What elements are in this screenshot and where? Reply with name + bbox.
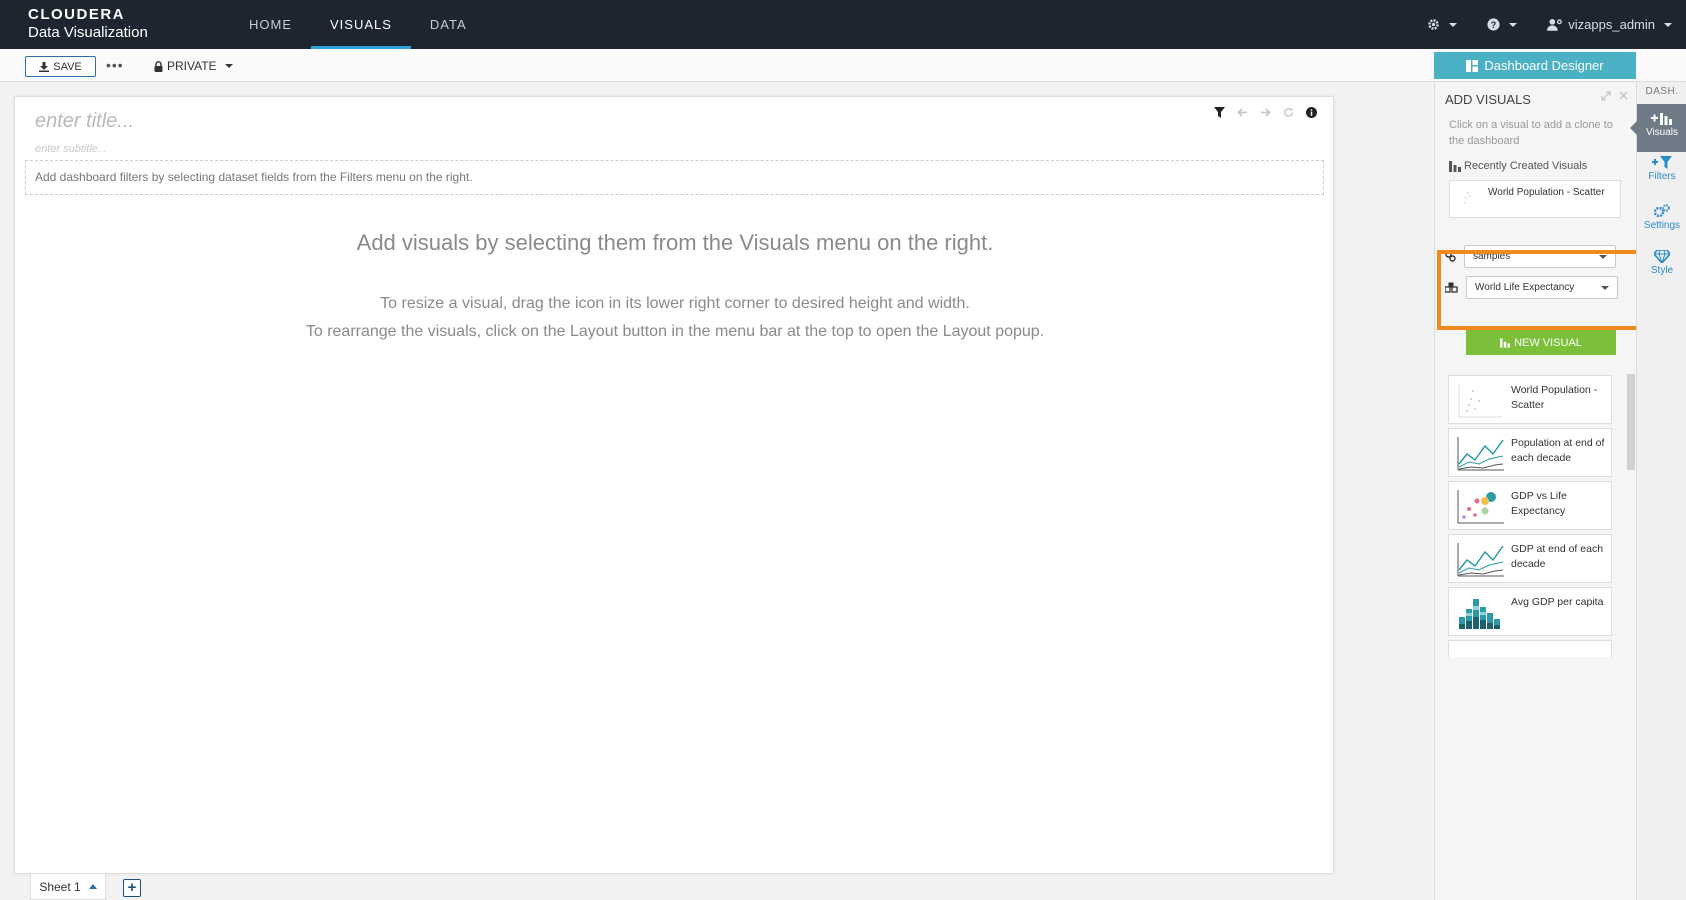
privacy-dropdown[interactable]: PRIVATE	[154, 59, 233, 73]
rail-filters[interactable]: Filters	[1637, 156, 1686, 182]
visual-card[interactable]: Population at end of each decade	[1448, 428, 1612, 477]
recent-visuals-heading: Recently Created Visuals	[1449, 160, 1587, 172]
user-admin-icon	[1547, 18, 1563, 31]
chevron-down-icon	[1509, 22, 1518, 27]
highlight-box	[1437, 250, 1640, 330]
line-chart-thumbnail-icon	[1457, 437, 1504, 471]
add-visuals-panel: ADD VISUALS Click on a visual to add a c…	[1434, 82, 1636, 900]
recent-label: Recently Created Visuals	[1464, 160, 1588, 172]
user-menu[interactable]: vizapps_admin	[1547, 17, 1672, 32]
nav-visuals[interactable]: VISUALS	[311, 0, 411, 49]
dashboard-canvas: enter title... enter subtitle... Add das…	[14, 96, 1334, 874]
help-icon: ?	[1487, 18, 1500, 31]
resize-hint: To resize a visual, drag the icon in its…	[380, 295, 970, 312]
close-icon[interactable]	[1619, 91, 1628, 100]
filter-drop-zone[interactable]: Add dashboard filters by selecting datas…	[25, 160, 1324, 195]
chevron-down-icon	[1449, 22, 1458, 27]
top-navbar: CLOUDERA Data Visualization HOME VISUALS…	[0, 0, 1686, 49]
undo-icon[interactable]	[1237, 107, 1248, 118]
visual-card-label: GDP vs Life Expectancy	[1511, 490, 1567, 517]
filter-icon[interactable]	[1214, 107, 1225, 118]
lock-icon	[154, 60, 163, 72]
product-name: Data Visualization	[28, 24, 148, 41]
bar-chart-icon	[1449, 160, 1461, 172]
visual-card[interactable]: World Population - Scatter	[1448, 375, 1612, 424]
nav-data[interactable]: DATA	[411, 0, 486, 49]
more-options-button[interactable]: •••	[106, 57, 124, 73]
visual-card[interactable]: GDP vs Life Expectancy	[1448, 481, 1612, 530]
panel-scrollbar[interactable]	[1627, 374, 1635, 470]
visual-card-label: Population at end of each decade	[1511, 437, 1605, 464]
main-nav: HOME VISUALS DATA	[230, 0, 486, 49]
title-input[interactable]: enter title...	[35, 110, 134, 133]
visual-card[interactable]: Avg GDP per capita	[1448, 587, 1612, 636]
chevron-down-icon	[224, 64, 233, 68]
empty-dashboard-message: Add visuals by selecting them from the V…	[356, 230, 994, 255]
sheet-tab-label: Sheet 1	[39, 879, 81, 894]
rail-style[interactable]: Style	[1637, 250, 1686, 276]
refresh-icon[interactable]	[1283, 107, 1294, 118]
dashboard-icon	[1466, 59, 1479, 72]
visual-card[interactable]	[1448, 640, 1612, 657]
scatter-thumbnail-icon	[1464, 192, 1471, 204]
visual-card[interactable]: GDP at end of each decade	[1448, 534, 1612, 583]
sheet-tab[interactable]: Sheet 1	[30, 874, 106, 900]
bubble-chart-thumbnail-icon	[1457, 490, 1504, 524]
rail-dash-label: DASH.	[1645, 86, 1679, 97]
download-icon	[39, 61, 50, 72]
panel-title: ADD VISUALS	[1445, 92, 1531, 107]
visual-card-label: GDP at end of each decade	[1511, 543, 1604, 570]
save-label: SAVE	[53, 60, 82, 73]
recent-visual-card[interactable]: World Population - Scatter	[1449, 180, 1621, 218]
save-button[interactable]: SAVE	[25, 56, 96, 77]
stacked-bar-thumbnail-icon	[1459, 599, 1500, 629]
info-icon[interactable]	[1306, 107, 1317, 118]
visual-card-label: Avg GDP per capita	[1511, 596, 1604, 608]
add-visual-icon	[1651, 113, 1672, 125]
svg-text:?: ?	[1491, 20, 1496, 30]
scatter-thumbnail-icon	[1458, 385, 1503, 418]
app-logo[interactable]: CLOUDERA Data Visualization	[28, 7, 148, 40]
rearrange-hint: To rearrange the visuals, click on the L…	[305, 323, 1045, 340]
visual-card-label: World Population - Scatter	[1511, 384, 1598, 411]
add-filter-icon	[1652, 156, 1672, 169]
recent-visual-label: World Population - Scatter	[1488, 187, 1605, 198]
top-right-menu: ? vizapps_admin	[1427, 0, 1672, 49]
gears-icon	[1654, 204, 1670, 218]
rail-style-label: Style	[1650, 265, 1674, 276]
dashboard-designer-button[interactable]: Dashboard Designer	[1434, 52, 1636, 79]
expand-icon[interactable]	[1601, 91, 1611, 101]
rail-visuals[interactable]: Visuals	[1630, 104, 1686, 152]
help-menu[interactable]: ?	[1487, 18, 1518, 31]
new-visual-button[interactable]: NEW VISUAL	[1466, 330, 1616, 355]
redo-icon[interactable]	[1260, 107, 1271, 118]
panel-hint: Click on a visual to add a clone to the …	[1449, 119, 1613, 147]
designer-label: Dashboard Designer	[1484, 58, 1604, 73]
rail-settings-label: Settings	[1643, 220, 1681, 231]
chevron-up-icon[interactable]	[88, 884, 97, 889]
nav-home[interactable]: HOME	[230, 0, 311, 49]
add-sheet-button[interactable]: +	[123, 879, 141, 897]
diamond-icon	[1654, 250, 1670, 263]
brand-name: CLOUDERA	[28, 6, 125, 23]
rail-settings[interactable]: Settings	[1637, 204, 1686, 231]
settings-menu[interactable]	[1427, 18, 1458, 31]
line-chart-thumbnail-icon	[1457, 543, 1504, 577]
canvas-actions	[1214, 107, 1317, 118]
rail-visuals-label: Visuals	[1645, 127, 1679, 138]
new-visual-label: NEW VISUAL	[1514, 336, 1582, 349]
panel-controls	[1601, 91, 1628, 101]
privacy-label: PRIVATE	[167, 59, 217, 73]
designer-rail: DASH. Visuals Filters Settings Style	[1630, 82, 1686, 900]
chevron-down-icon	[1664, 22, 1672, 27]
rail-filters-label: Filters	[1648, 171, 1676, 182]
gear-icon	[1428, 19, 1440, 30]
bar-chart-icon	[1500, 337, 1511, 348]
visuals-list: World Population - Scatter Population at…	[1448, 375, 1612, 657]
subtitle-input[interactable]: enter subtitle...	[35, 143, 107, 155]
username: vizapps_admin	[1568, 17, 1655, 32]
